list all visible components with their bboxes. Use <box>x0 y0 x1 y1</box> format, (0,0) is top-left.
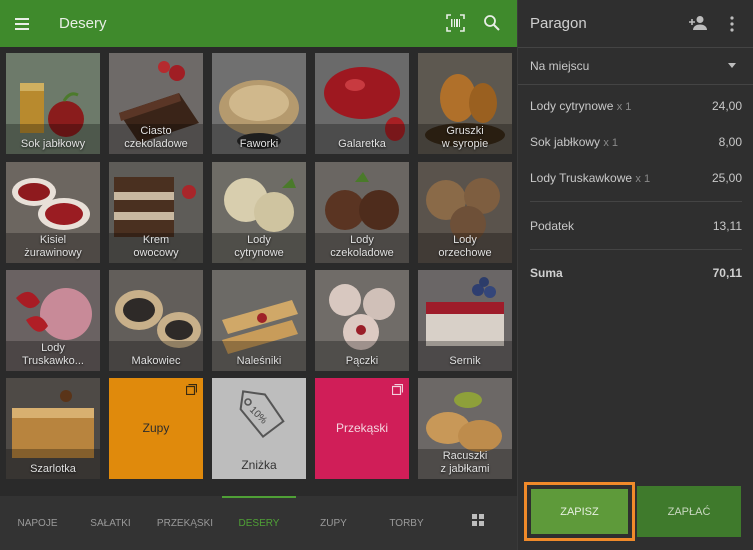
item-name: Lody Truskawkowe <box>530 171 633 185</box>
tile-label: Szarlotka <box>30 462 76 475</box>
tile-label: Racuszki z jabłkami <box>440 450 490 475</box>
tile-label: Sok jabłkowy <box>20 137 86 150</box>
tile-label: Lody orzechowe <box>438 234 492 259</box>
tile-label: Ciasto czekoladowe <box>124 125 188 150</box>
total-label: Suma <box>530 266 563 280</box>
total-amount: 70,11 <box>712 266 742 280</box>
product-tile-lody-orzechowe[interactable]: Lody orzechowe <box>418 162 512 263</box>
chevron-down-icon <box>728 63 736 68</box>
tile-label: Kisiel żurawinowy <box>24 234 82 259</box>
category-tile-przekaski[interactable]: Przekąski <box>315 378 409 479</box>
product-tile-krem-owocowy[interactable]: Krem owocowy <box>109 162 203 263</box>
category-tab-bar: NAPOJE SAŁATKI PRZEKĄSKI DESERY ZUPY TOR… <box>0 496 517 550</box>
tile-label: Makowiec <box>131 354 181 367</box>
tab-torby[interactable]: TORBY <box>379 496 434 550</box>
product-tile-makowiec[interactable]: Makowiec <box>109 270 203 371</box>
tab-przekaski[interactable]: PRZEKĄSKI <box>152 496 218 550</box>
product-panel: Desery Sok jabłkowy Ciasto czekoladowe F… <box>0 0 517 550</box>
top-app-bar: Desery <box>0 0 517 47</box>
product-tile-paczki[interactable]: Pączki <box>315 270 409 371</box>
tile-label: Lody czekoladowe <box>330 234 394 259</box>
receipt-title: Paragon <box>530 15 587 32</box>
receipt-header: Paragon <box>518 0 753 47</box>
product-tile-racuszki-z-jablkami[interactable]: Racuszki z jabłkami <box>418 378 512 479</box>
pos-app: Desery Sok jabłkowy Ciasto czekoladowe F… <box>0 0 753 550</box>
receipt-panel: Paragon Na miejscu Lody cytrynowe x 1 24… <box>517 0 753 550</box>
tab-salatki[interactable]: SAŁATKI <box>83 496 138 550</box>
tax-label: Podatek <box>530 219 575 233</box>
tile-label: Galaretka <box>338 137 386 150</box>
barcode-icon[interactable] <box>446 14 465 32</box>
receipt-line-item[interactable]: Lody cytrynowe x 1 24,00 <box>530 99 742 117</box>
product-tile-galaretka[interactable]: Galaretka <box>315 53 409 154</box>
menu-icon[interactable] <box>15 13 37 35</box>
tile-label: Lody Truskawko... <box>22 342 84 367</box>
tax-row: Podatek 13,11 <box>530 219 742 237</box>
search-icon[interactable] <box>483 14 501 32</box>
product-tile-gruszki-w-syropie[interactable]: Gruszki w syropie <box>418 53 512 154</box>
tile-label: Sernik <box>449 354 481 367</box>
product-tile-lody-truskawkowe[interactable]: Lody Truskawko... <box>6 270 100 371</box>
divider <box>530 201 742 202</box>
category-tile-zupy[interactable]: Zupy <box>109 378 203 479</box>
divider <box>518 84 753 85</box>
product-tile-lody-cytrynowe[interactable]: Lody cytrynowe <box>212 162 306 263</box>
dining-option-select[interactable]: Na miejscu <box>518 48 753 84</box>
add-person-icon[interactable] <box>688 15 708 31</box>
receipt-line-item[interactable]: Lody Truskawkowe x 1 25,00 <box>530 171 742 189</box>
item-amount: 25,00 <box>711 171 742 185</box>
item-qty: x 1 <box>616 101 632 113</box>
tab-zupy[interactable]: ZUPY <box>306 496 361 550</box>
tile-label: Zupy <box>142 421 170 435</box>
item-amount: 24,00 <box>711 99 742 113</box>
tile-label: Zniżka <box>241 457 277 472</box>
product-tile-sok-jablkowy[interactable]: Sok jabłkowy <box>6 53 100 154</box>
save-button-label: ZAPISZ <box>531 489 628 534</box>
folder-icon <box>392 384 403 395</box>
tile-label: Gruszki w syropie <box>441 125 489 150</box>
item-name: Lody cytrynowe <box>530 99 614 113</box>
product-tile-faworki[interactable]: Faworki <box>212 53 306 154</box>
product-tile-lody-czekoladowe[interactable]: Lody czekoladowe <box>315 162 409 263</box>
tile-label: Faworki <box>239 137 279 150</box>
tile-label: Krem owocowy <box>133 234 179 259</box>
divider <box>530 249 742 250</box>
discount-tile[interactable]: 10% Zniżka <box>212 378 306 479</box>
item-qty: x 1 <box>603 137 619 149</box>
product-tile-ciasto-czekoladowe[interactable]: Ciasto czekoladowe <box>109 53 203 154</box>
product-tile-sernik[interactable]: Sernik <box>418 270 512 371</box>
item-name: Sok jabłkowy <box>530 135 601 149</box>
more-vert-icon[interactable] <box>728 15 736 33</box>
save-button[interactable]: ZAPISZ <box>524 482 635 541</box>
product-tile-szarlotka[interactable]: Szarlotka <box>6 378 100 479</box>
tile-label: Lody cytrynowe <box>234 234 284 259</box>
pay-button[interactable]: ZAPŁAĆ <box>637 486 741 537</box>
item-qty: x 1 <box>635 173 651 185</box>
tile-label: Przekąski <box>335 421 388 435</box>
grid-view-icon[interactable] <box>472 514 484 526</box>
dining-option-value: Na miejscu <box>530 59 590 73</box>
category-title: Desery <box>59 15 107 32</box>
tax-amount: 13,11 <box>712 219 742 233</box>
tile-label: Pączki <box>345 354 379 367</box>
item-amount: 8,00 <box>718 135 742 149</box>
receipt-line-item[interactable]: Sok jabłkowy x 1 8,00 <box>530 135 742 153</box>
tab-napoje[interactable]: NAPOJE <box>10 496 65 550</box>
product-tile-nalesniki[interactable]: Naleśniki <box>212 270 306 371</box>
tile-label: Naleśniki <box>236 354 282 367</box>
tab-desery[interactable]: DESERY <box>222 496 296 550</box>
product-tile-kisiel-zurawinowy[interactable]: Kisiel żurawinowy <box>6 162 100 263</box>
folder-icon <box>186 384 197 395</box>
total-row: Suma 70,11 <box>530 266 742 284</box>
